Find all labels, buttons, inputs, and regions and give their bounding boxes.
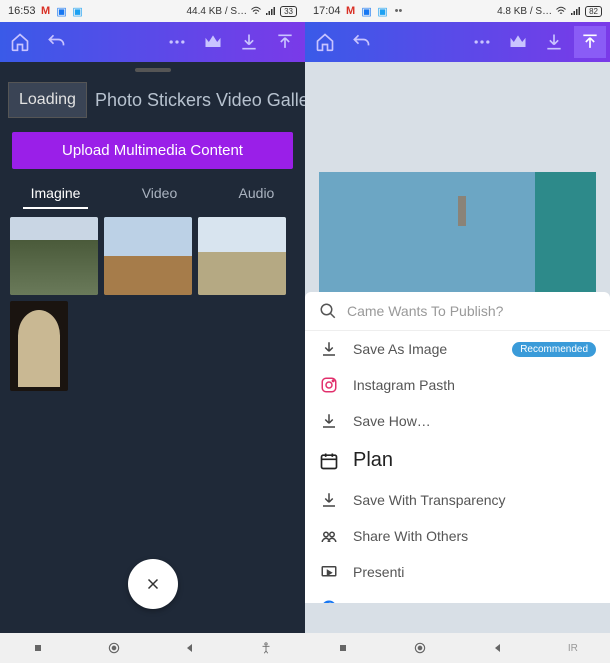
more-icon[interactable] — [167, 32, 187, 52]
wifi-icon — [250, 5, 262, 17]
drag-handle[interactable] — [135, 68, 171, 72]
search-icon — [319, 302, 337, 320]
status-bar: 17:04 M ▣ ▣ •• 4.8 KB / S… 82 — [305, 0, 610, 22]
thumbnail[interactable] — [198, 217, 286, 295]
status-time: 17:04 — [313, 5, 341, 17]
media-type-tabs: Imagine Video Audio — [0, 177, 305, 209]
thumbnail[interactable] — [104, 217, 192, 295]
share-option-label: Presenti — [353, 564, 404, 580]
share-option-label: Instagram Pasth — [353, 377, 455, 393]
calendar-icon — [319, 451, 339, 471]
home-icon[interactable] — [10, 32, 30, 52]
network-speed: 44.4 KB / S… — [187, 6, 248, 17]
category-tabs: Loading Photo Stickers Video Galle — [0, 76, 305, 124]
dots-icon: •• — [393, 5, 405, 17]
nav-ir-label[interactable]: IR — [568, 643, 578, 654]
app-toolbar — [305, 22, 610, 62]
share-option[interactable]: Facebook Profilos — [305, 590, 610, 603]
facebook-icon: ▣ — [361, 5, 373, 17]
share-option[interactable]: Plan — [305, 439, 610, 482]
download-icon[interactable] — [239, 32, 259, 52]
gmail-icon: M — [40, 5, 52, 17]
thumbnail-grid — [0, 209, 305, 399]
undo-icon[interactable] — [351, 32, 371, 52]
status-time: 16:53 — [8, 5, 36, 17]
undo-icon[interactable] — [46, 32, 66, 52]
nav-recent-icon[interactable] — [337, 642, 349, 654]
share-people-icon — [319, 526, 339, 546]
share-option-label: Plan — [353, 449, 393, 472]
present-icon — [319, 562, 339, 582]
share-option[interactable]: Save How… — [305, 403, 610, 439]
download-icon[interactable] — [544, 32, 564, 52]
nav-back-icon[interactable] — [184, 642, 196, 654]
asset-panel: Loading Photo Stickers Video Galle Uploa… — [0, 62, 305, 633]
thumbnail[interactable] — [10, 217, 98, 295]
more-icon[interactable] — [472, 32, 492, 52]
share-option-label: Save As Image — [353, 341, 447, 357]
home-icon[interactable] — [315, 32, 335, 52]
share-option[interactable]: Share With Others — [305, 518, 610, 554]
facebook-icon: ▣ — [56, 5, 68, 17]
share-option-label: Save How… — [353, 413, 431, 429]
crown-icon[interactable] — [203, 32, 223, 52]
signal-icon — [570, 5, 582, 17]
search-row[interactable]: Came Wants To Publish? — [305, 292, 610, 331]
download-icon — [319, 490, 339, 510]
tab-audio[interactable]: Audio — [229, 181, 285, 209]
share-option[interactable]: Save As Image Recommended — [305, 331, 610, 367]
share-options-list: Save As Image Recommended Instagram Pasth S… — [305, 331, 610, 603]
app-toolbar — [0, 22, 305, 62]
facebook-icon — [319, 598, 339, 603]
nav-home-icon[interactable] — [107, 641, 121, 655]
share-icon[interactable] — [574, 26, 606, 58]
search-placeholder: Came Wants To Publish? — [347, 303, 503, 319]
share-option[interactable]: Presenti — [305, 554, 610, 590]
close-button[interactable] — [128, 559, 178, 609]
battery-icon: 82 — [585, 6, 602, 17]
system-nav — [0, 633, 305, 663]
battery-icon: 33 — [280, 6, 297, 17]
signal-icon — [265, 5, 277, 17]
editor-canvas: Came Wants To Publish? Save As Image Reco… — [305, 62, 610, 633]
loading-tab[interactable]: Loading — [8, 82, 87, 118]
tab-image[interactable]: Imagine — [21, 181, 91, 209]
share-sheet: Came Wants To Publish? Save As Image Reco… — [305, 292, 610, 603]
right-screenshot: 17:04 M ▣ ▣ •• 4.8 KB / S… 82 — [305, 0, 610, 663]
share-option[interactable]: Instagram Pasth — [305, 367, 610, 403]
share-option[interactable]: Save With Transparency — [305, 482, 610, 518]
category-labels[interactable]: Photo Stickers Video Galle — [95, 90, 305, 111]
tab-video[interactable]: Video — [132, 181, 188, 209]
canvas-preview[interactable] — [319, 172, 596, 292]
crown-icon[interactable] — [508, 32, 528, 52]
nav-home-icon[interactable] — [413, 641, 427, 655]
download-icon — [319, 411, 339, 431]
nav-recent-icon[interactable] — [32, 642, 44, 654]
nav-back-icon[interactable] — [492, 642, 504, 654]
share-icon[interactable] — [275, 32, 295, 52]
app-icon: ▣ — [72, 5, 84, 17]
download-icon — [319, 339, 339, 359]
app-icon: ▣ — [377, 5, 389, 17]
nav-accessibility-icon[interactable] — [259, 641, 273, 655]
share-option-label: Save With Transparency — [353, 492, 506, 508]
share-option-label: Facebook Profilos — [353, 600, 465, 603]
thumbnail[interactable] — [10, 301, 68, 391]
instagram-icon — [319, 375, 339, 395]
wifi-icon — [555, 5, 567, 17]
gmail-icon: M — [345, 5, 357, 17]
status-bar: 16:53 M ▣ ▣ 44.4 KB / S… 33 — [0, 0, 305, 22]
network-speed: 4.8 KB / S… — [497, 6, 552, 17]
system-nav: IR — [305, 633, 610, 663]
recommended-badge: Recommended — [512, 342, 596, 357]
upload-button[interactable]: Upload Multimedia Content — [12, 132, 293, 169]
left-screenshot: 16:53 M ▣ ▣ 44.4 KB / S… 33 — [0, 0, 305, 663]
share-option-label: Share With Others — [353, 528, 468, 544]
